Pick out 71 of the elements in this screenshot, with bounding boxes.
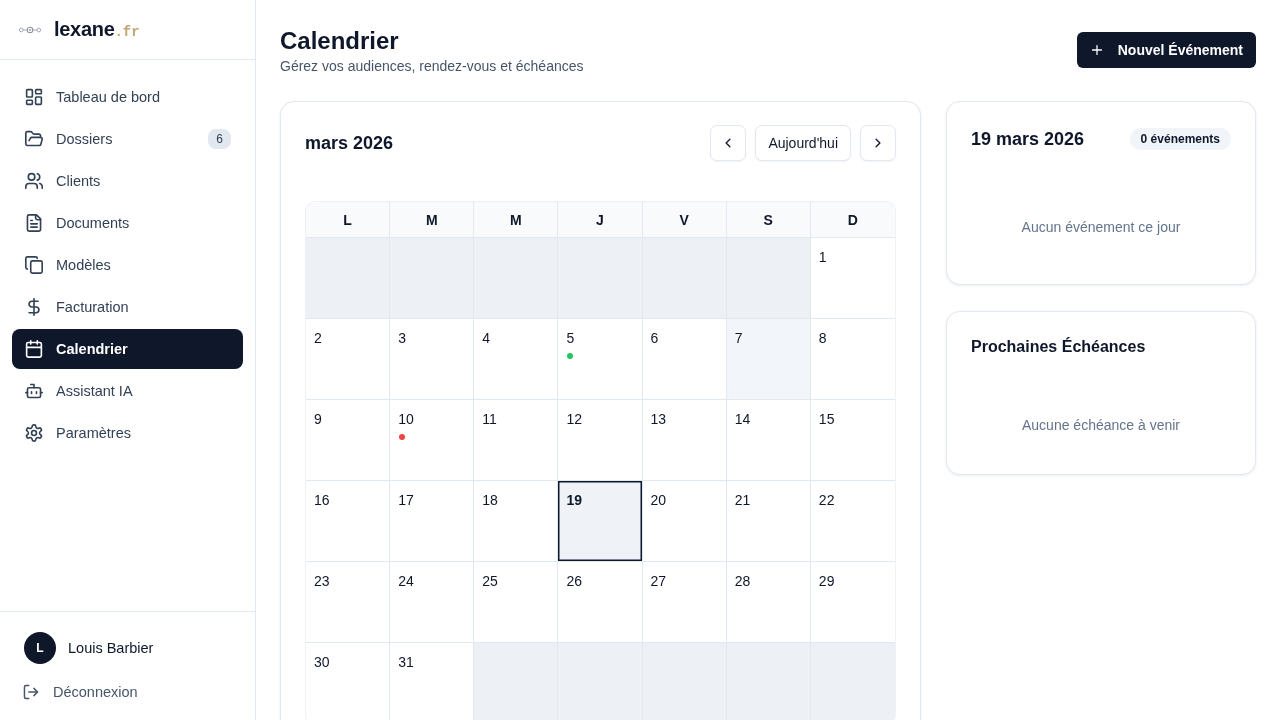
day-cell[interactable]: 17 [390, 481, 475, 562]
day-cell[interactable]: 18 [474, 481, 559, 562]
day-cell[interactable]: 19 [558, 481, 643, 562]
dashboard-grid-icon [25, 88, 43, 106]
day-cell[interactable]: 30 [306, 643, 391, 720]
day-cell[interactable]: 6 [642, 319, 727, 400]
weekday-header: D [810, 202, 895, 238]
nav-item[interactable]: Tableau de bord [12, 77, 243, 117]
day-cell[interactable]: 13 [642, 400, 727, 481]
day-cell[interactable]: 16 [306, 481, 391, 562]
selected-date-title: 19 mars 2026 [971, 128, 1085, 150]
user-name: Louis Barbier [68, 640, 154, 656]
day-cell[interactable]: 26 [558, 562, 643, 643]
empty-state-text: Aucune échéance à venir [1021, 416, 1181, 435]
weekday-header: J [558, 202, 643, 238]
weekday-header: L [306, 202, 391, 238]
day-cell[interactable]: 28 [726, 562, 811, 643]
next-month-button[interactable] [860, 125, 896, 161]
folder-icon [25, 130, 43, 148]
card-title: Prochaines Échéances [971, 336, 1147, 357]
day-cell[interactable]: 2 [306, 319, 391, 400]
today-button[interactable]: Aujourd'hui [755, 125, 851, 161]
day-cell[interactable]: 12 [558, 400, 643, 481]
dollar-sign-icon [25, 298, 43, 316]
logo-icon [18, 24, 42, 35]
nav-item[interactable]: Clients [12, 161, 243, 201]
empty-state-text: Aucun événement ce jour [1020, 218, 1182, 237]
day-cell[interactable]: 3 [390, 319, 475, 400]
day-cell[interactable]: 23 [306, 562, 391, 643]
nav-item[interactable]: Paramètres [12, 413, 243, 453]
event-count-badge: 0 événements [1129, 128, 1231, 150]
count-badge: 6 [208, 129, 231, 149]
logo-domain: .fr [114, 24, 140, 40]
nav-item[interactable]: Modèles [12, 245, 243, 285]
day-cell[interactable]: 21 [726, 481, 811, 562]
day-cell[interactable]: 9 [306, 400, 391, 481]
previous-month-button[interactable] [710, 125, 747, 161]
weekday-header: M [474, 202, 559, 238]
nav-item[interactable]: Documents [12, 203, 243, 243]
logout-button[interactable]: Déconnexion [23, 682, 144, 702]
new-event-button[interactable]: Nouvel Événement [1076, 32, 1256, 68]
nav-item[interactable]: Facturation [12, 287, 243, 327]
day-cell[interactable]: 20 [642, 481, 727, 562]
settings-icon [25, 424, 43, 442]
day-cell[interactable]: 4 [474, 319, 559, 400]
day-cell[interactable]: 25 [474, 562, 559, 643]
day-cell[interactable]: 27 [642, 562, 727, 643]
document-icon [25, 214, 43, 232]
logo-name: lexane [54, 18, 115, 41]
weekday-header: S [726, 202, 811, 238]
copy-icon [25, 256, 43, 274]
nav-item[interactable]: Dossiers 6 [12, 119, 243, 159]
day-cell[interactable]: 11 [474, 400, 559, 481]
day-cell[interactable]: 24 [390, 562, 475, 643]
users-icon [25, 172, 43, 190]
month-title: mars 2026 [305, 132, 394, 154]
plus-icon [1089, 43, 1104, 57]
nav-item[interactable]: Calendrier [12, 329, 243, 369]
day-cell[interactable]: 7 [726, 319, 811, 400]
day-cell[interactable]: 14 [726, 400, 811, 481]
weekday-header: M [390, 202, 475, 238]
logout-icon [23, 684, 39, 700]
page-subtitle: Gérez vos audiences, rendez-vous et échéances [280, 57, 584, 76]
weekday-header: V [642, 202, 727, 238]
robot-icon [25, 382, 43, 400]
nav-item[interactable]: Assistant IA [12, 371, 243, 411]
user-avatar: L [24, 632, 56, 664]
page-title: Calendrier [280, 26, 400, 56]
calendar-icon [25, 340, 43, 358]
day-cell[interactable]: 10 [390, 400, 475, 481]
day-cell[interactable]: 5 [558, 319, 643, 400]
